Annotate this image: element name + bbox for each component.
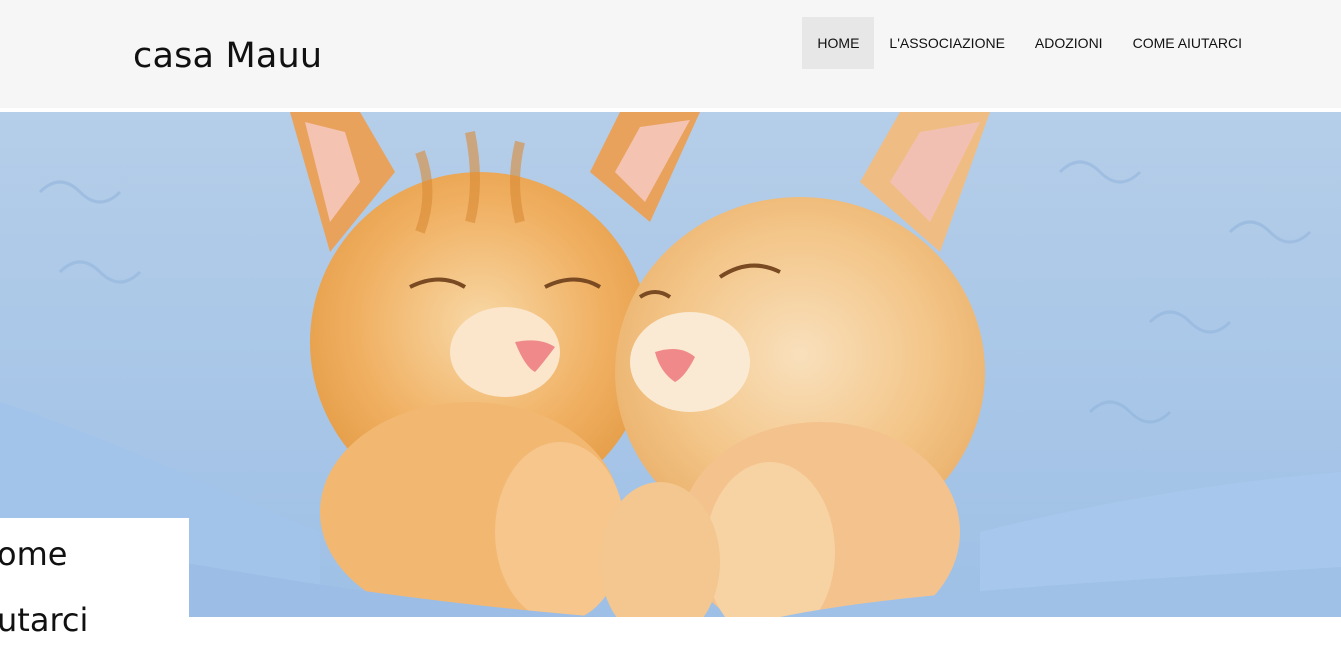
main-nav: HOME L'ASSOCIAZIONE ADOZIONI COME AIUTAR… — [802, 17, 1257, 69]
caption-line-1: ome — [0, 535, 68, 573]
nav-come-aiutarci[interactable]: COME AIUTARCI — [1118, 17, 1257, 69]
kittens-photo — [0, 112, 1341, 617]
caption-text-area: ome utarci — [0, 518, 189, 671]
site-header: casa Mauu HOME L'ASSOCIAZIONE ADOZIONI C… — [0, 0, 1341, 108]
nav-associazione[interactable]: L'ASSOCIAZIONE — [874, 17, 1019, 69]
hero-image — [0, 112, 1341, 617]
nav-adozioni[interactable]: ADOZIONI — [1020, 17, 1118, 69]
caption-line-2: utarci — [0, 601, 89, 639]
site-logo[interactable]: casa Mauu — [133, 34, 322, 78]
nav-home[interactable]: HOME — [802, 17, 875, 69]
